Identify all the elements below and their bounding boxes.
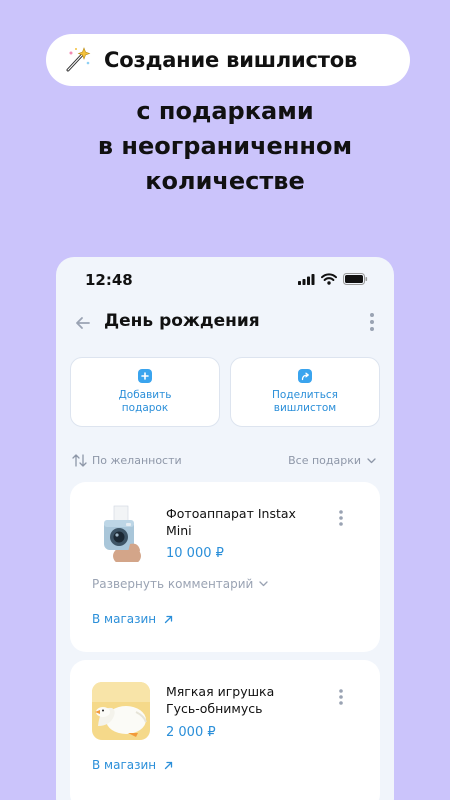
signal-icon <box>298 273 315 285</box>
phone-screen: 12:48 День рождения Добавить подарок Под… <box>56 257 394 800</box>
gift-name-line: Mini <box>166 523 192 538</box>
chevron-down-icon <box>367 457 376 463</box>
instax-camera-image <box>92 504 150 562</box>
gift-image-goose <box>92 682 150 740</box>
add-gift-label-line: подарок <box>121 402 169 414</box>
share-wishlist-button[interactable]: Поделиться вишлистом <box>230 357 380 427</box>
category-label: Все подарки <box>288 454 361 467</box>
external-arrow-icon <box>164 615 173 623</box>
status-icons <box>298 273 368 285</box>
promo-subtitle: с подарками в неограниченном количестве <box>0 94 450 199</box>
gift-price: 10 000 ₽ <box>166 546 224 561</box>
gift-card[interactable]: Мягкая игрушка Гусь-обнимусь 2 000 ₽ В м… <box>70 660 380 800</box>
more-options-icon[interactable] <box>368 311 376 333</box>
gift-image-camera <box>92 504 150 562</box>
filter-row: По желанности Все подарки <box>56 454 394 472</box>
add-gift-button[interactable]: Добавить подарок <box>70 357 220 427</box>
status-bar: 12:48 <box>56 257 394 303</box>
promo-subtitle-line: с подарками <box>136 97 314 125</box>
store-link-label: В магазин <box>92 612 157 626</box>
promo-subtitle-line: количестве <box>145 167 305 195</box>
gift-name: Мягкая игрушка Гусь-обнимусь <box>166 683 316 717</box>
battery-icon <box>343 273 368 285</box>
expand-comment-button[interactable]: Развернуть комментарий <box>92 577 269 591</box>
gift-card[interactable]: Фотоаппарат Instax Mini 10 000 ₽ Разверн… <box>70 482 380 652</box>
wishlist-title: День рождения <box>104 311 260 331</box>
wifi-icon <box>321 273 337 285</box>
promo-title-pill: Создание вишлистов <box>46 34 410 86</box>
gift-name-line: Фотоаппарат Instax <box>166 506 296 521</box>
external-arrow-icon <box>164 761 173 769</box>
chevron-down-icon <box>259 581 269 587</box>
magic-wand-icon <box>66 47 91 72</box>
goose-plush-image <box>92 682 150 740</box>
promo-subtitle-line: в неограниченном <box>97 132 353 160</box>
gift-more-icon[interactable] <box>338 688 344 706</box>
sort-icon <box>72 454 87 467</box>
store-link-label: В магазин <box>92 758 157 772</box>
wishlist-header: День рождения <box>56 307 394 339</box>
share-wishlist-label: Поделиться вишлистом <box>272 389 338 415</box>
gift-price: 2 000 ₽ <box>166 725 216 740</box>
sort-button[interactable]: По желанности <box>72 454 182 467</box>
plus-icon <box>138 369 152 383</box>
add-gift-label-line: Добавить <box>118 389 172 401</box>
store-link[interactable]: В магазин <box>92 612 173 626</box>
status-time: 12:48 <box>85 271 133 289</box>
add-gift-label: Добавить подарок <box>119 389 172 415</box>
share-wishlist-label-line: Поделиться <box>272 389 338 401</box>
share-icon <box>298 369 312 383</box>
category-dropdown[interactable]: Все подарки <box>288 454 376 467</box>
gift-name: Фотоаппарат Instax Mini <box>166 505 316 539</box>
store-link[interactable]: В магазин <box>92 758 173 772</box>
expand-comment-label: Развернуть комментарий <box>92 577 254 591</box>
promo-title: Создание вишлистов <box>104 48 358 72</box>
gift-name-line: Мягкая игрушка <box>166 684 275 699</box>
back-arrow-icon[interactable] <box>73 313 93 333</box>
sort-label: По желанности <box>92 454 182 467</box>
share-wishlist-label-line: вишлистом <box>273 402 337 414</box>
gift-name-line: Гусь-обнимусь <box>166 701 263 716</box>
gift-more-icon[interactable] <box>338 509 344 527</box>
